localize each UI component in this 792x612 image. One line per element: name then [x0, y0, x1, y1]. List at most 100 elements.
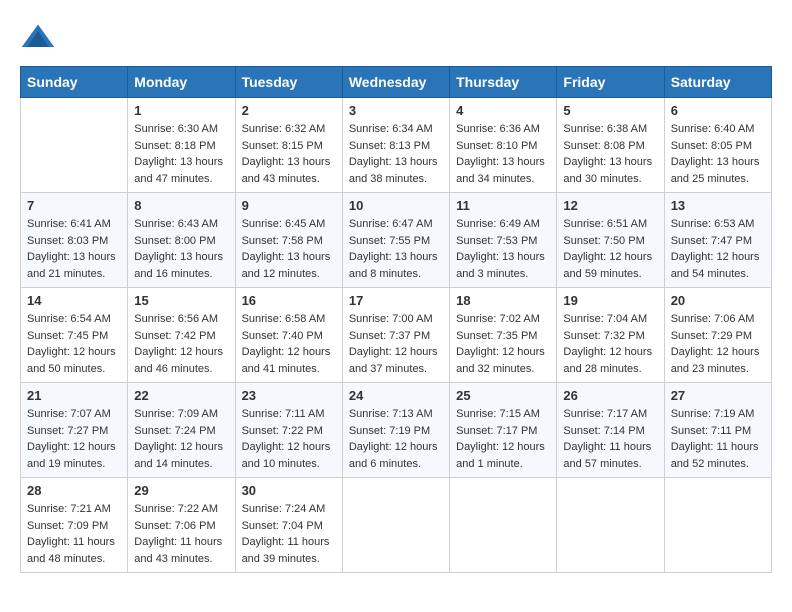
- calendar-cell: 8Sunrise: 6:43 AMSunset: 8:00 PMDaylight…: [128, 193, 235, 288]
- sunset-label: Sunset: 7:37 PM: [349, 330, 430, 342]
- sunrise-label: Sunrise: 7:15 AM: [456, 408, 540, 420]
- daylight-label: Daylight: 12 hours and 37 minutes.: [349, 346, 438, 375]
- daylight-label: Daylight: 12 hours and 32 minutes.: [456, 346, 545, 375]
- daylight-label: Daylight: 12 hours and 19 minutes.: [27, 441, 116, 470]
- calendar-cell: [557, 478, 664, 573]
- calendar-cell: 23Sunrise: 7:11 AMSunset: 7:22 PMDayligh…: [235, 383, 342, 478]
- daylight-label: Daylight: 12 hours and 41 minutes.: [242, 346, 331, 375]
- sunset-label: Sunset: 7:19 PM: [349, 425, 430, 437]
- day-number: 29: [134, 483, 228, 498]
- daylight-label: Daylight: 12 hours and 46 minutes.: [134, 346, 223, 375]
- day-info: Sunrise: 6:45 AMSunset: 7:58 PMDaylight:…: [242, 216, 336, 282]
- sunset-label: Sunset: 7:55 PM: [349, 235, 430, 247]
- sunrise-label: Sunrise: 6:53 AM: [671, 218, 755, 230]
- calendar-cell: 21Sunrise: 7:07 AMSunset: 7:27 PMDayligh…: [21, 383, 128, 478]
- sunset-label: Sunset: 7:32 PM: [563, 330, 644, 342]
- daylight-label: Daylight: 12 hours and 23 minutes.: [671, 346, 760, 375]
- daylight-label: Daylight: 13 hours and 38 minutes.: [349, 156, 438, 185]
- page-header: [20, 20, 772, 56]
- calendar-cell: 29 Sunrise: 7:22 AMSunset: 7:06 PMDayligh…: [128, 478, 235, 573]
- sunrise-label: Sunrise: 6:49 AM: [456, 218, 540, 230]
- day-number: 15: [134, 293, 228, 308]
- calendar-cell: 9 Sunrise: 6:45 AMSunset: 7:58 PMDaylight…: [235, 193, 342, 288]
- sunset-label: Sunset: 8:18 PM: [134, 140, 215, 152]
- day-info: Sunrise: 6:36 AMSunset: 8:10 PMDaylight:…: [456, 121, 550, 187]
- calendar-cell: 19Sunrise: 7:04 AMSunset: 7:32 PMDayligh…: [557, 288, 664, 383]
- day-number: 6: [671, 103, 765, 118]
- day-number: 1: [134, 103, 228, 118]
- day-number: 26: [563, 388, 657, 403]
- calendar-header: SundayMondayTuesdayWednesdayThursdayFrid…: [21, 67, 772, 98]
- sunrise-label: Sunrise: 6:51 AM: [563, 218, 647, 230]
- day-number: 7: [27, 198, 121, 213]
- daylight-label: Daylight: 13 hours and 30 minutes.: [563, 156, 652, 185]
- day-number: 10: [349, 198, 443, 213]
- calendar-cell: 26Sunrise: 7:17 AMSunset: 7:14 PMDayligh…: [557, 383, 664, 478]
- sunset-label: Sunset: 7:09 PM: [27, 520, 108, 532]
- daylight-label: Daylight: 12 hours and 28 minutes.: [563, 346, 652, 375]
- day-info: Sunrise: 6:47 AM Sunset: 7:55 PM Daylight:…: [349, 216, 443, 282]
- daylight-label: Daylight: 11 hours and 52 minutes.: [671, 441, 759, 470]
- calendar-cell: 15Sunrise: 6:56 AMSunset: 7:42 PMDayligh…: [128, 288, 235, 383]
- sunrise-label: Sunrise: 7:24 AM: [242, 503, 326, 515]
- sunrise-label: Sunrise: 6:38 AM: [563, 123, 647, 135]
- calendar-cell: [664, 478, 771, 573]
- day-number: 23: [242, 388, 336, 403]
- calendar-cell: 11Sunrise: 6:49 AMSunset: 7:53 PMDayligh…: [450, 193, 557, 288]
- daylight-label: Daylight: 13 hours and 8 minutes.: [349, 251, 438, 280]
- day-number: 17: [349, 293, 443, 308]
- day-info: Sunrise: 6:32 AMSunset: 8:15 PMDaylight:…: [242, 121, 336, 187]
- daylight-label: Daylight: 12 hours and 59 minutes.: [563, 251, 652, 280]
- calendar-cell: 5Sunrise: 6:38 AMSunset: 8:08 PMDaylight…: [557, 98, 664, 193]
- sunrise-label: Sunrise: 7:19 AM: [671, 408, 755, 420]
- calendar-cell: 12Sunrise: 6:51 AMSunset: 7:50 PMDayligh…: [557, 193, 664, 288]
- column-header-wednesday: Wednesday: [342, 67, 449, 98]
- sunrise-label: Sunrise: 6:47 AM: [349, 218, 433, 230]
- day-number: 5: [563, 103, 657, 118]
- sunset-label: Sunset: 7:35 PM: [456, 330, 537, 342]
- calendar-cell: 24Sunrise: 7:13 AMSunset: 7:19 PMDayligh…: [342, 383, 449, 478]
- sunset-label: Sunset: 7:17 PM: [456, 425, 537, 437]
- day-number: 18: [456, 293, 550, 308]
- sunrise-label: Sunrise: 7:21 AM: [27, 503, 111, 515]
- sunset-label: Sunset: 7:47 PM: [671, 235, 752, 247]
- sunset-label: Sunset: 8:13 PM: [349, 140, 430, 152]
- calendar-cell: 10 Sunrise: 6:47 AM Sunset: 7:55 PM Dayligh…: [342, 193, 449, 288]
- sunrise-label: Sunrise: 6:58 AM: [242, 313, 326, 325]
- day-number: 9: [242, 198, 336, 213]
- calendar-cell: 18Sunrise: 7:02 AMSunset: 7:35 PMDayligh…: [450, 288, 557, 383]
- calendar-table: SundayMondayTuesdayWednesdayThursdayFrid…: [20, 66, 772, 573]
- sunset-label: Sunset: 8:03 PM: [27, 235, 108, 247]
- sunrise-label: Sunrise: 7:00 AM: [349, 313, 433, 325]
- day-info: Sunrise: 6:40 AMSunset: 8:05 PMDaylight:…: [671, 121, 765, 187]
- sunrise-label: Sunrise: 7:22 AM: [134, 503, 218, 515]
- logo-icon: [20, 20, 56, 56]
- calendar-week-2: 7 Sunrise: 6:41 AMSunset: 8:03 PMDaylight…: [21, 193, 772, 288]
- day-info: Sunrise: 7:06 AMSunset: 7:29 PMDaylight:…: [671, 311, 765, 377]
- day-info: Sunrise: 7:21 AMSunset: 7:09 PMDaylight:…: [27, 501, 121, 567]
- sunrise-label: Sunrise: 7:09 AM: [134, 408, 218, 420]
- daylight-label: Daylight: 13 hours and 43 minutes.: [242, 156, 331, 185]
- day-info: Sunrise: 6:41 AMSunset: 8:03 PMDaylight:…: [27, 216, 121, 282]
- sunrise-label: Sunrise: 6:30 AM: [134, 123, 218, 135]
- sunrise-label: Sunrise: 6:54 AM: [27, 313, 111, 325]
- sunrise-label: Sunrise: 6:43 AM: [134, 218, 218, 230]
- logo: [20, 20, 62, 56]
- day-info: Sunrise: 6:51 AMSunset: 7:50 PMDaylight:…: [563, 216, 657, 282]
- sunset-label: Sunset: 7:40 PM: [242, 330, 323, 342]
- day-info: Sunrise: 6:30 AMSunset: 8:18 PMDaylight:…: [134, 121, 228, 187]
- daylight-label: Daylight: 12 hours and 1 minute.: [456, 441, 545, 470]
- calendar-week-5: 28Sunrise: 7:21 AMSunset: 7:09 PMDayligh…: [21, 478, 772, 573]
- day-number: 13: [671, 198, 765, 213]
- day-info: Sunrise: 7:22 AMSunset: 7:06 PMDaylight:…: [134, 501, 228, 567]
- daylight-label: Daylight: 12 hours and 14 minutes.: [134, 441, 223, 470]
- sunrise-label: Sunrise: 6:36 AM: [456, 123, 540, 135]
- sunset-label: Sunset: 7:29 PM: [671, 330, 752, 342]
- sunset-label: Sunset: 8:15 PM: [242, 140, 323, 152]
- day-number: 20: [671, 293, 765, 308]
- calendar-cell: 25Sunrise: 7:15 AMSunset: 7:17 PMDayligh…: [450, 383, 557, 478]
- calendar-cell: 13Sunrise: 6:53 AMSunset: 7:47 PMDayligh…: [664, 193, 771, 288]
- calendar-cell: 3Sunrise: 6:34 AMSunset: 8:13 PMDaylight…: [342, 98, 449, 193]
- daylight-label: Daylight: 13 hours and 16 minutes.: [134, 251, 223, 280]
- day-number: 11: [456, 198, 550, 213]
